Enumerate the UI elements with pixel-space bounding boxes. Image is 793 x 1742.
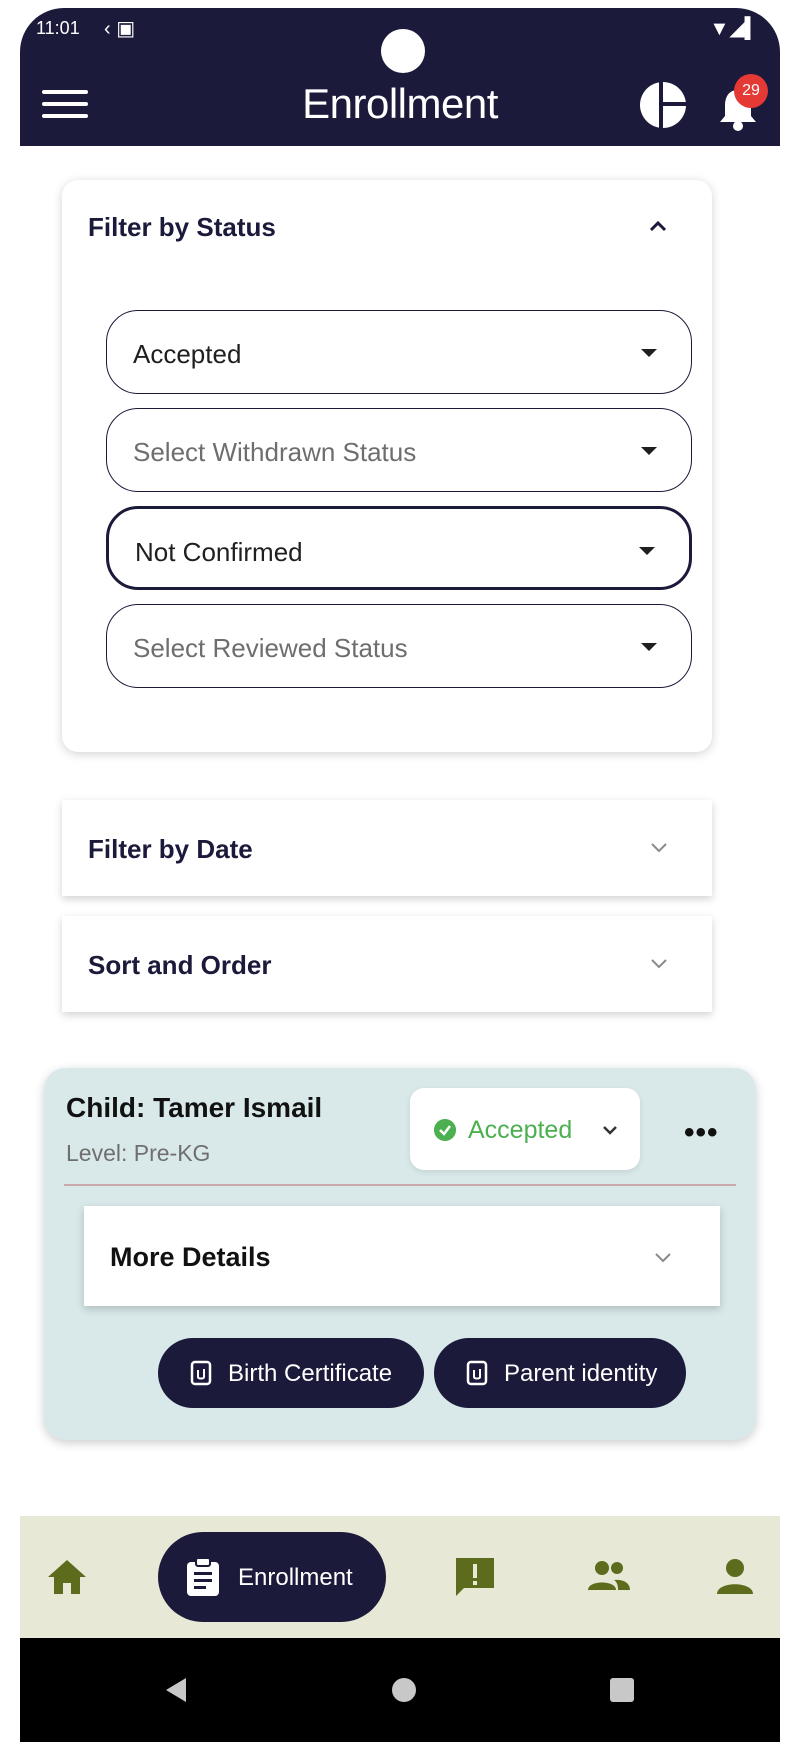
chevron-down-icon	[655, 1253, 671, 1263]
status-dropdown[interactable]: Accepted	[410, 1088, 640, 1170]
check-circle-icon	[434, 1119, 456, 1141]
more-details-section[interactable]: More Details	[84, 1206, 720, 1306]
select-value: Accepted	[133, 339, 242, 369]
people-icon[interactable]	[586, 1554, 632, 1600]
filter-by-date-section[interactable]: Filter by Date	[62, 800, 712, 896]
camera-cutout	[381, 29, 425, 73]
chevron-down-icon	[651, 959, 667, 969]
person-icon[interactable]	[712, 1554, 758, 1600]
feedback-icon[interactable]	[452, 1554, 498, 1600]
reviewed-status-select[interactable]: Select Reviewed Status	[106, 604, 692, 688]
filter-by-date-title: Filter by Date	[88, 834, 253, 864]
sort-and-order-section[interactable]: Sort and Order	[62, 916, 712, 1012]
select-value: Not Confirmed	[135, 537, 303, 567]
accepted-status-select[interactable]: Accepted	[106, 310, 692, 394]
more-options-icon[interactable]: •••	[684, 1116, 719, 1150]
confirmed-status-select[interactable]: Not Confirmed	[106, 506, 692, 590]
recent-apps-icon[interactable]	[610, 1678, 634, 1702]
status-signal-battery-icons: ▼◢▍	[709, 18, 760, 40]
more-details-title: More Details	[110, 1242, 271, 1272]
phone-screen: 11:01 ‹ ▣ ▼◢▍ Enrollment 29 Filter by St…	[20, 8, 780, 1742]
chevron-down-icon	[603, 1126, 617, 1135]
chevron-up-icon[interactable]	[646, 214, 670, 238]
nav-enrollment-active[interactable]: Enrollment	[158, 1532, 386, 1622]
document-icon	[190, 1360, 212, 1386]
status-label: Accepted	[468, 1116, 573, 1144]
status-time: 11:01	[36, 18, 80, 38]
child-level: Level: Pre-KG	[66, 1140, 211, 1166]
sort-and-order-title: Sort and Order	[88, 950, 272, 980]
system-navigation-bar	[20, 1638, 780, 1742]
clipboard-icon	[187, 1557, 219, 1596]
notification-badge: 29	[734, 74, 768, 108]
status-notification-icons: ‹ ▣	[104, 18, 136, 40]
dropdown-arrow-icon	[639, 547, 655, 555]
parent-identity-label: Parent identity	[504, 1360, 658, 1387]
enrollment-card: Child: Tamer Ismail Level: Pre-KG Accept…	[44, 1068, 756, 1440]
filter-by-status-panel: Filter by Status Accepted Select Withdra…	[62, 180, 712, 752]
document-icon	[466, 1360, 488, 1386]
parent-identity-button[interactable]: Parent identity	[434, 1338, 686, 1408]
birth-certificate-label: Birth Certificate	[228, 1360, 393, 1387]
chevron-down-icon	[651, 843, 667, 853]
child-name: Child: Tamer Ismail	[66, 1092, 323, 1123]
bottom-navigation: Enrollment	[20, 1516, 780, 1638]
select-placeholder: Select Withdrawn Status	[133, 437, 417, 467]
home-icon[interactable]	[44, 1554, 90, 1600]
select-placeholder: Select Reviewed Status	[133, 633, 408, 663]
app-bar: 11:01 ‹ ▣ ▼◢▍ Enrollment 29	[20, 8, 780, 146]
back-icon[interactable]	[166, 1678, 186, 1702]
divider	[64, 1184, 736, 1186]
dropdown-arrow-icon	[641, 643, 657, 651]
withdrawn-status-select[interactable]: Select Withdrawn Status	[106, 408, 692, 492]
home-circle-icon[interactable]	[392, 1678, 416, 1702]
pie-chart-icon[interactable]	[638, 80, 688, 130]
birth-certificate-button[interactable]: Birth Certificate	[158, 1338, 424, 1408]
dropdown-arrow-icon	[641, 349, 657, 357]
dropdown-arrow-icon	[641, 447, 657, 455]
nav-enrollment-label: Enrollment	[238, 1564, 353, 1591]
filter-by-status-title[interactable]: Filter by Status	[88, 212, 276, 243]
